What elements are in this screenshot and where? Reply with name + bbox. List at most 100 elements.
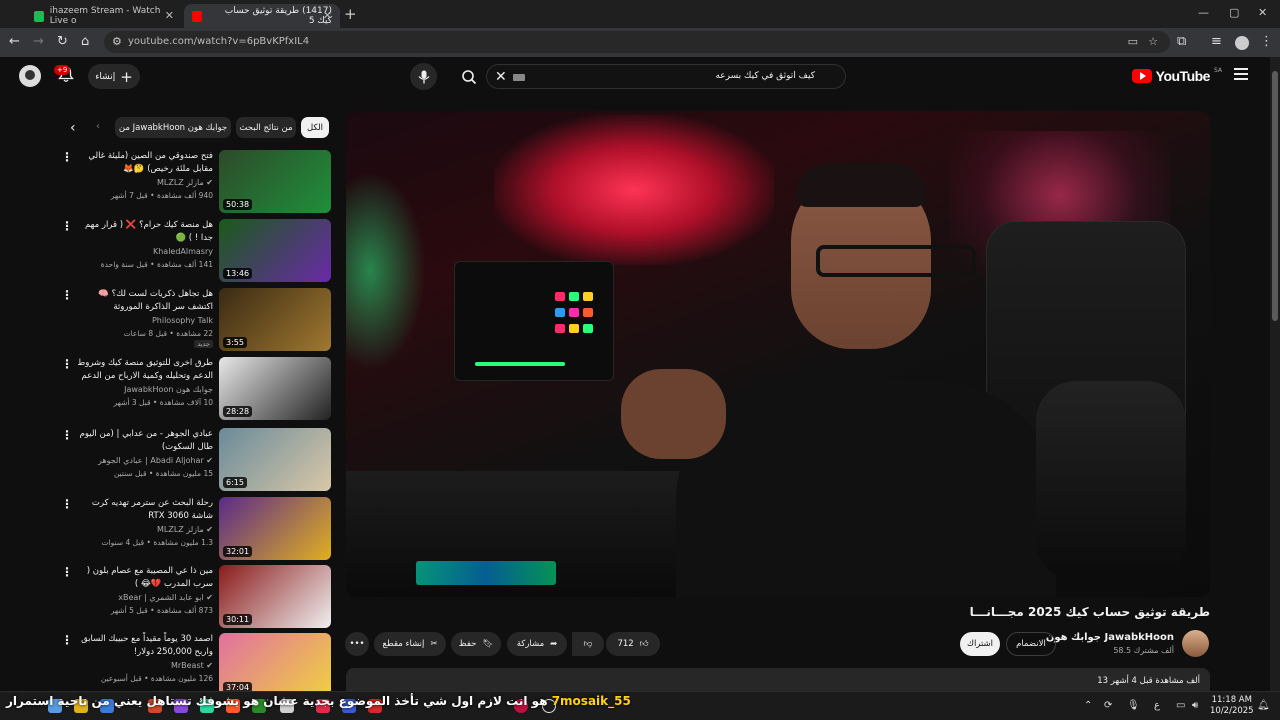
back-icon[interactable]: ← bbox=[9, 34, 20, 49]
recommended-channel-name[interactable]: ✔ مازلز MLZLZ bbox=[157, 178, 213, 187]
sync-icon[interactable]: ⟳ bbox=[1104, 700, 1112, 711]
youtube-logo[interactable]: YouTube SA bbox=[1131, 67, 1222, 84]
volume-icon[interactable]: 🔊︎ bbox=[1192, 700, 1198, 711]
clock-time: 11:18 AM bbox=[1211, 695, 1252, 705]
recommended-channel-name[interactable]: Philosophy Talk bbox=[152, 316, 213, 325]
recommended-video-title[interactable]: هل منصة كيك حرام؟ ❌ ( قرار مهم جدا ! ) 🟢 bbox=[73, 219, 213, 245]
create-button[interactable]: إنشاء + bbox=[88, 64, 140, 89]
notifications-center-icon[interactable]: 🔔︎ bbox=[1257, 700, 1270, 711]
more-options-icon[interactable]: ⋮ bbox=[61, 633, 73, 647]
recommended-video-title[interactable]: فتح صندوقي من الصين (مليئة غالي مقابل مل… bbox=[73, 150, 213, 176]
close-tab-icon[interactable]: ✕ bbox=[323, 9, 332, 22]
join-button[interactable]: الانضمام bbox=[1006, 632, 1056, 656]
scrollbar-thumb[interactable] bbox=[1272, 71, 1278, 321]
recommended-video-title[interactable]: طرق اخرى للتوثيق منصة كيك وشروط الدعم وت… bbox=[73, 357, 213, 383]
tray-overflow-icon[interactable]: ⌃ bbox=[1084, 700, 1092, 711]
recommended-video[interactable]: 50:38 فتح صندوقي من الصين (مليئة غالي مقا… bbox=[55, 150, 331, 214]
profile-avatar[interactable] bbox=[1235, 36, 1249, 50]
bookmark-star-icon[interactable]: ☆ bbox=[1148, 35, 1158, 48]
minimize-icon[interactable]: — bbox=[1198, 6, 1209, 19]
close-window-icon[interactable]: ✕ bbox=[1258, 6, 1267, 19]
video-thumbnail[interactable]: 3:55 bbox=[219, 288, 331, 351]
voice-search-button[interactable] bbox=[410, 63, 437, 90]
system-clock[interactable]: 11:18 AM 10/2/2025 bbox=[1210, 695, 1254, 717]
recommended-channel-name[interactable]: ✔ مازلز MLZLZ bbox=[157, 525, 213, 534]
channel-avatar[interactable] bbox=[1182, 630, 1209, 657]
recommended-video[interactable]: 28:28 طرق اخرى للتوثيق منصة كيك وشروط الد… bbox=[55, 357, 331, 421]
media-controls-icon[interactable]: ≡ bbox=[1211, 34, 1222, 49]
like-button[interactable]: 712 👍︎ bbox=[606, 632, 660, 656]
keyboard-icon[interactable] bbox=[513, 74, 525, 81]
new-tab-icon[interactable]: + bbox=[344, 5, 357, 23]
clip-button[interactable]: إنشاء مقطع ✂ bbox=[374, 632, 446, 656]
chip-all[interactable]: الكل bbox=[301, 117, 329, 138]
video-thumbnail[interactable]: 28:28 bbox=[219, 357, 331, 420]
more-options-icon[interactable]: ⋮ bbox=[61, 428, 73, 442]
tab-youtube[interactable]: (1417) طريقة توثيق حساب كيك 5 ✕ bbox=[184, 4, 340, 28]
close-tab-icon[interactable]: ✕ bbox=[165, 9, 174, 22]
save-button[interactable]: حفظ 🔖︎ bbox=[451, 632, 501, 656]
more-options-icon[interactable]: ⋮ bbox=[61, 150, 73, 164]
recommended-video[interactable]: 30:11 مين ذا عي المصيبة مع عصام بلون ( سر… bbox=[55, 565, 331, 629]
page-scrollbar[interactable] bbox=[1270, 57, 1280, 691]
video-thumbnail[interactable]: 6:15 bbox=[219, 428, 331, 491]
extensions-icon[interactable]: ⧉ bbox=[1177, 34, 1186, 49]
chip-from-search[interactable]: من نتائج البحث bbox=[236, 117, 296, 138]
recommended-video-title[interactable]: هل تجاهل ذكريات لست لك؟ 🧠 اكتشف سر الذاك… bbox=[73, 288, 213, 314]
recommended-video-title[interactable]: مين ذا عي المصيبة مع عصام بلون ( سرب الم… bbox=[73, 565, 213, 591]
recommended-channel-name[interactable]: ✔ ابو عابد الشمري | xBear bbox=[118, 593, 213, 602]
more-actions-button[interactable]: ••• bbox=[345, 632, 369, 656]
video-thumbnail[interactable]: 13:46 bbox=[219, 219, 331, 282]
audio-mixer-device bbox=[454, 261, 614, 381]
channel-name[interactable]: جوابك هون JawabkHoon bbox=[1046, 632, 1174, 643]
more-options-icon[interactable]: ⋮ bbox=[61, 565, 73, 579]
microphone-tray-icon[interactable]: 🎙︎ bbox=[1127, 700, 1140, 711]
video-duration: 13:46 bbox=[223, 268, 253, 279]
reload-icon[interactable]: ↻ bbox=[57, 34, 68, 49]
video-thumbnail[interactable]: 37:04 bbox=[219, 633, 331, 696]
recommended-channel-name[interactable]: ✔ MrBeast bbox=[171, 661, 213, 670]
recommended-video[interactable]: 13:46 هل منصة كيك حرام؟ ❌ ( قرار مهم جدا … bbox=[55, 219, 331, 283]
search-button[interactable] bbox=[452, 64, 486, 89]
home-icon[interactable]: ⌂ bbox=[81, 34, 89, 49]
recommended-video-title[interactable]: رحلة البحث عن سترمر تهديه كرت شاشة RTX 3… bbox=[73, 497, 213, 523]
dislike-button[interactable]: 👎︎ bbox=[572, 632, 604, 656]
clear-search-icon[interactable]: ✕ bbox=[495, 69, 507, 85]
more-options-icon[interactable]: ⋮ bbox=[61, 357, 73, 371]
chip-from-channel[interactable]: من JawabkHoon جوابك هون bbox=[115, 117, 231, 138]
subscribe-button[interactable]: اشتراك bbox=[960, 632, 1000, 656]
subscribe-label: اشتراك bbox=[966, 639, 994, 649]
recommended-video[interactable]: 6:15 عبادي الجوهر - من عدابي | (من اليوم … bbox=[55, 428, 331, 492]
recommended-video[interactable]: 32:01 رحلة البحث عن سترمر تهديه كرت شاشة … bbox=[55, 497, 331, 561]
account-avatar[interactable] bbox=[19, 65, 41, 87]
recommended-channel-name[interactable]: ✔ Abadi Aljohar | عبادي الجوهر bbox=[98, 456, 213, 465]
hamburger-menu-icon[interactable] bbox=[1234, 68, 1248, 80]
recommended-channel-name[interactable]: KhaledAlmasry bbox=[153, 247, 213, 256]
maximize-icon[interactable]: ▢ bbox=[1229, 6, 1239, 19]
video-thumbnail[interactable]: 32:01 bbox=[219, 497, 331, 560]
forward-icon[interactable]: → bbox=[33, 34, 44, 49]
recommended-video-title[interactable]: عبادي الجوهر - من عدابي | (من اليوم طال … bbox=[73, 428, 213, 454]
recommended-video-meta: 940 ألف مشاهدة • قبل 7 أشهر bbox=[110, 191, 213, 200]
more-options-icon[interactable]: ⋮ bbox=[61, 497, 73, 511]
network-icon[interactable]: ▭ bbox=[1176, 700, 1185, 711]
chips-scroll-left-icon[interactable]: ‹ bbox=[70, 120, 76, 136]
address-bar[interactable]: ⚙ youtube.com/watch?v=6pBvKPfxIL4 ▭ ☆ bbox=[104, 31, 1170, 53]
more-options-icon[interactable]: ⋮ bbox=[61, 288, 73, 302]
video-player[interactable] bbox=[346, 111, 1210, 597]
input-language[interactable]: ع bbox=[1154, 700, 1160, 711]
kebab-menu-icon[interactable]: ⋮ bbox=[1260, 34, 1273, 49]
video-thumbnail[interactable]: 50:38 bbox=[219, 150, 331, 213]
video-thumbnail[interactable]: 30:11 bbox=[219, 565, 331, 628]
recommended-video[interactable]: 3:55 هل تجاهل ذكريات لست لك؟ 🧠 اكتشف سر ا… bbox=[55, 288, 331, 352]
more-options-icon[interactable]: ⋮ bbox=[61, 219, 73, 233]
recommended-video[interactable]: 37:04 اصمد 30 يوماً مقيداً مع حبيبك الساب… bbox=[55, 633, 331, 697]
site-info-icon[interactable]: ⚙ bbox=[112, 35, 122, 48]
tab-kick-stream[interactable]: ihazeem Stream - Watch Live o ✕ bbox=[26, 4, 182, 28]
background-green-light bbox=[346, 171, 426, 371]
cast-icon[interactable]: ▭ bbox=[1128, 35, 1138, 48]
recommended-video-title[interactable]: اصمد 30 يوماً مقيداً مع حبيبك السابق وار… bbox=[73, 633, 213, 659]
search-input[interactable]: كيف اتوثق في كيك بسرعه ✕ bbox=[486, 64, 846, 89]
recommended-channel-name[interactable]: جوابك هون JawabkHoon bbox=[124, 385, 213, 394]
share-button[interactable]: مشاركة ➦ bbox=[507, 632, 567, 656]
